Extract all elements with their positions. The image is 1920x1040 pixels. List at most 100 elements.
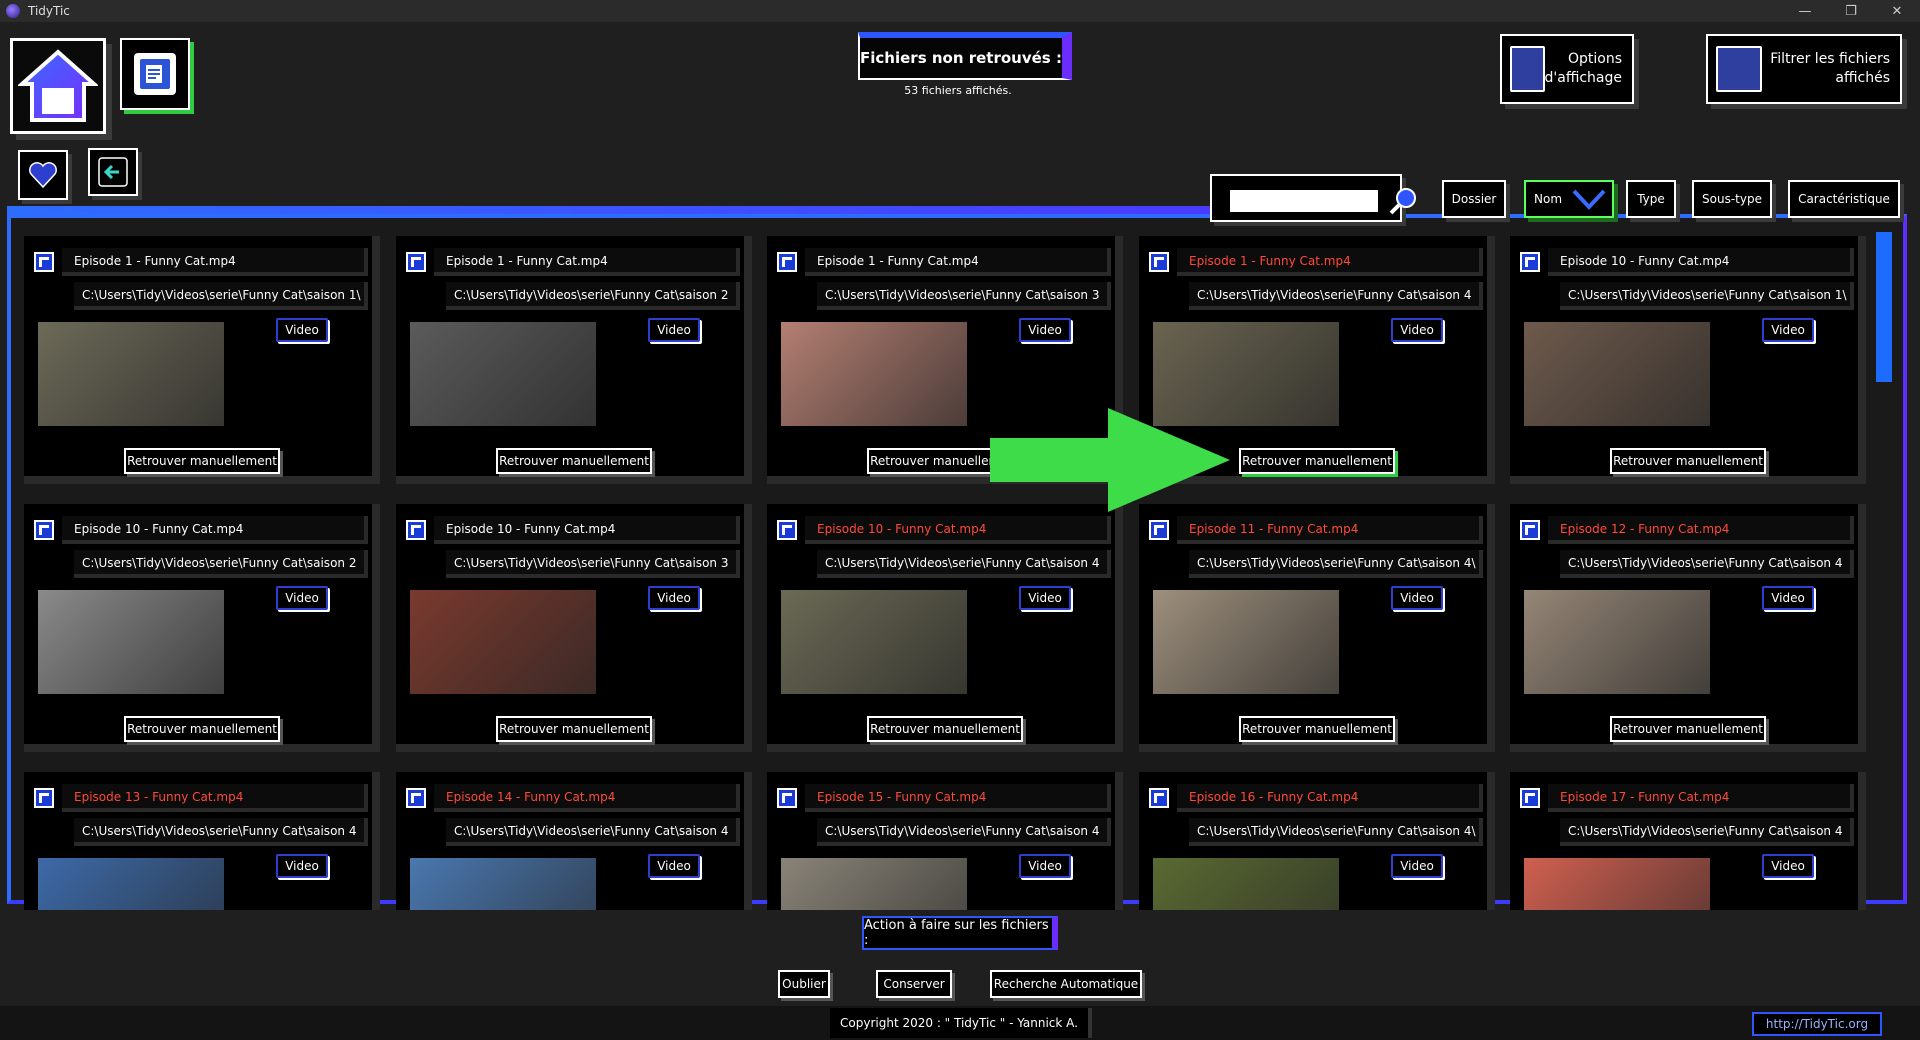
favorite-button[interactable] bbox=[18, 150, 68, 200]
file-name: Episode 10 - Funny Cat.mp4 bbox=[434, 516, 740, 544]
file-path: C:\Users\Tidy\Videos\serie\Funny Cat\sai… bbox=[1189, 818, 1483, 846]
video-thumbnail bbox=[410, 590, 596, 694]
home-icon bbox=[18, 49, 98, 122]
file-name: Episode 17 - Funny Cat.mp4 bbox=[1548, 784, 1854, 812]
filter-files-button[interactable]: Filtrer les fichiers affichés bbox=[1706, 34, 1902, 104]
sort-folder-button[interactable]: Dossier bbox=[1442, 180, 1506, 218]
document-icon bbox=[134, 53, 176, 95]
select-checkbox[interactable] bbox=[34, 788, 54, 808]
sort-characteristic-button[interactable]: Caractéristique bbox=[1788, 180, 1900, 218]
file-path: C:\Users\Tidy\Videos\serie\Funny Cat\sai… bbox=[1189, 282, 1483, 310]
video-thumbnail bbox=[38, 590, 224, 694]
find-manually-button[interactable]: Retrouver manuellement bbox=[1610, 448, 1766, 474]
file-card: Episode 12 - Funny Cat.mp4 C:\Users\Tidy\… bbox=[1510, 504, 1866, 752]
green-arrow-annotation bbox=[990, 408, 1230, 512]
search-box bbox=[1210, 174, 1416, 222]
restore-button[interactable]: ❐ bbox=[1828, 0, 1874, 22]
display-options-label: Options d'affichage bbox=[1544, 51, 1623, 86]
find-manually-button[interactable]: Retrouver manuellement bbox=[496, 716, 652, 742]
video-thumbnail bbox=[1153, 590, 1339, 694]
file-path: C:\Users\Tidy\Videos\serie\Funny Cat\sai… bbox=[74, 818, 368, 846]
file-name: Episode 1 - Funny Cat.mp4 bbox=[434, 248, 740, 276]
sort-name-button[interactable]: Nom bbox=[1524, 180, 1614, 218]
select-checkbox[interactable] bbox=[1149, 252, 1169, 272]
file-card: Episode 10 - Funny Cat.mp4 C:\Users\Tidy\… bbox=[24, 504, 380, 752]
file-path: C:\Users\Tidy\Videos\serie\Funny Cat\sai… bbox=[446, 550, 740, 578]
select-checkbox[interactable] bbox=[1520, 252, 1540, 272]
file-name: Episode 1 - Funny Cat.mp4 bbox=[62, 248, 368, 276]
select-checkbox[interactable] bbox=[406, 252, 426, 272]
file-name: Episode 12 - Funny Cat.mp4 bbox=[1548, 516, 1854, 544]
action-label: Action à faire sur les fichiers : bbox=[862, 916, 1058, 950]
select-checkbox[interactable] bbox=[1520, 520, 1540, 540]
video-thumbnail bbox=[1524, 858, 1710, 910]
chevron-down-icon bbox=[1572, 189, 1606, 210]
select-checkbox[interactable] bbox=[777, 788, 797, 808]
auto-search-button[interactable]: Recherche Automatique bbox=[990, 970, 1142, 998]
select-checkbox[interactable] bbox=[406, 788, 426, 808]
file-name: Episode 11 - Funny Cat.mp4 bbox=[1177, 516, 1483, 544]
sort-type-button[interactable]: Type bbox=[1626, 180, 1676, 218]
file-name: Episode 10 - Funny Cat.mp4 bbox=[1548, 248, 1854, 276]
file-card: Episode 10 - Funny Cat.mp4 C:\Users\Tidy\… bbox=[396, 504, 752, 752]
file-type-badge: Video bbox=[1762, 854, 1814, 878]
home-button[interactable] bbox=[10, 38, 106, 134]
find-manually-button[interactable]: Retrouver manuellement bbox=[867, 716, 1023, 742]
file-name: Episode 1 - Funny Cat.mp4 bbox=[1177, 248, 1483, 276]
file-count: 53 fichiers affichés. bbox=[904, 84, 1012, 97]
keep-button[interactable]: Conserver bbox=[876, 970, 952, 998]
file-type-badge: Video bbox=[1762, 586, 1814, 610]
file-card: Episode 10 - Funny Cat.mp4 C:\Users\Tidy\… bbox=[767, 504, 1123, 752]
file-name: Episode 13 - Funny Cat.mp4 bbox=[62, 784, 368, 812]
file-path: C:\Users\Tidy\Videos\serie\Funny Cat\sai… bbox=[1560, 282, 1854, 310]
file-type-badge: Video bbox=[1019, 854, 1071, 878]
sort-subtype-button[interactable]: Sous-type bbox=[1692, 180, 1772, 218]
file-type-badge: Video bbox=[276, 586, 328, 610]
select-checkbox[interactable] bbox=[34, 520, 54, 540]
find-manually-button[interactable]: Retrouver manuellement bbox=[1239, 716, 1395, 742]
filter-files-icon bbox=[1716, 46, 1762, 92]
file-type-badge: Video bbox=[648, 854, 700, 878]
video-thumbnail bbox=[781, 590, 967, 694]
search-icon[interactable] bbox=[1388, 186, 1418, 216]
window-title: TidyTic bbox=[28, 4, 70, 18]
minimize-button[interactable]: — bbox=[1782, 0, 1828, 22]
select-checkbox[interactable] bbox=[777, 252, 797, 272]
document-button[interactable] bbox=[120, 38, 190, 110]
heart-icon bbox=[29, 162, 57, 189]
file-card: Episode 15 - Funny Cat.mp4 C:\Users\Tidy\… bbox=[767, 772, 1123, 910]
select-checkbox[interactable] bbox=[406, 520, 426, 540]
file-type-badge: Video bbox=[1391, 854, 1443, 878]
find-manually-button[interactable]: Retrouver manuellement bbox=[1239, 448, 1395, 474]
file-card: Episode 1 - Funny Cat.mp4 C:\Users\Tidy\V… bbox=[24, 236, 380, 484]
display-options-button[interactable]: Options d'affichage bbox=[1500, 34, 1634, 104]
find-manually-button[interactable]: Retrouver manuellement bbox=[124, 448, 280, 474]
select-checkbox[interactable] bbox=[1149, 788, 1169, 808]
app-logo-icon bbox=[6, 4, 20, 18]
file-card: Episode 1 - Funny Cat.mp4 C:\Users\Tidy\V… bbox=[396, 236, 752, 484]
file-card: Episode 16 - Funny Cat.mp4 C:\Users\Tidy\… bbox=[1139, 772, 1495, 910]
video-thumbnail bbox=[1524, 590, 1710, 694]
website-link[interactable]: http://TidyTic.org bbox=[1752, 1012, 1882, 1036]
select-checkbox[interactable] bbox=[34, 252, 54, 272]
monitor-settings-icon bbox=[1510, 46, 1545, 92]
close-button[interactable]: ✕ bbox=[1874, 0, 1920, 22]
file-type-badge: Video bbox=[276, 318, 328, 342]
find-manually-button[interactable]: Retrouver manuellement bbox=[124, 716, 280, 742]
find-manually-button[interactable]: Retrouver manuellement bbox=[496, 448, 652, 474]
search-input[interactable] bbox=[1230, 190, 1378, 212]
select-checkbox[interactable] bbox=[1520, 788, 1540, 808]
scrollbar-thumb[interactable] bbox=[1876, 232, 1892, 382]
find-manually-button[interactable]: Retrouver manuellement bbox=[1610, 716, 1766, 742]
title-bar: TidyTic — ❐ ✕ bbox=[0, 0, 1920, 22]
file-card: Episode 11 - Funny Cat.mp4 C:\Users\Tidy\… bbox=[1139, 504, 1495, 752]
file-name: Episode 10 - Funny Cat.mp4 bbox=[62, 516, 368, 544]
select-checkbox[interactable] bbox=[777, 520, 797, 540]
filter-files-label: Filtrer les fichiers affichés bbox=[1770, 51, 1890, 86]
file-path: C:\Users\Tidy\Videos\serie\Funny Cat\sai… bbox=[1560, 818, 1854, 846]
forget-button[interactable]: Oublier bbox=[778, 970, 830, 998]
file-type-badge: Video bbox=[648, 586, 700, 610]
select-checkbox[interactable] bbox=[1149, 520, 1169, 540]
file-type-badge: Video bbox=[648, 318, 700, 342]
back-button[interactable] bbox=[88, 148, 138, 196]
